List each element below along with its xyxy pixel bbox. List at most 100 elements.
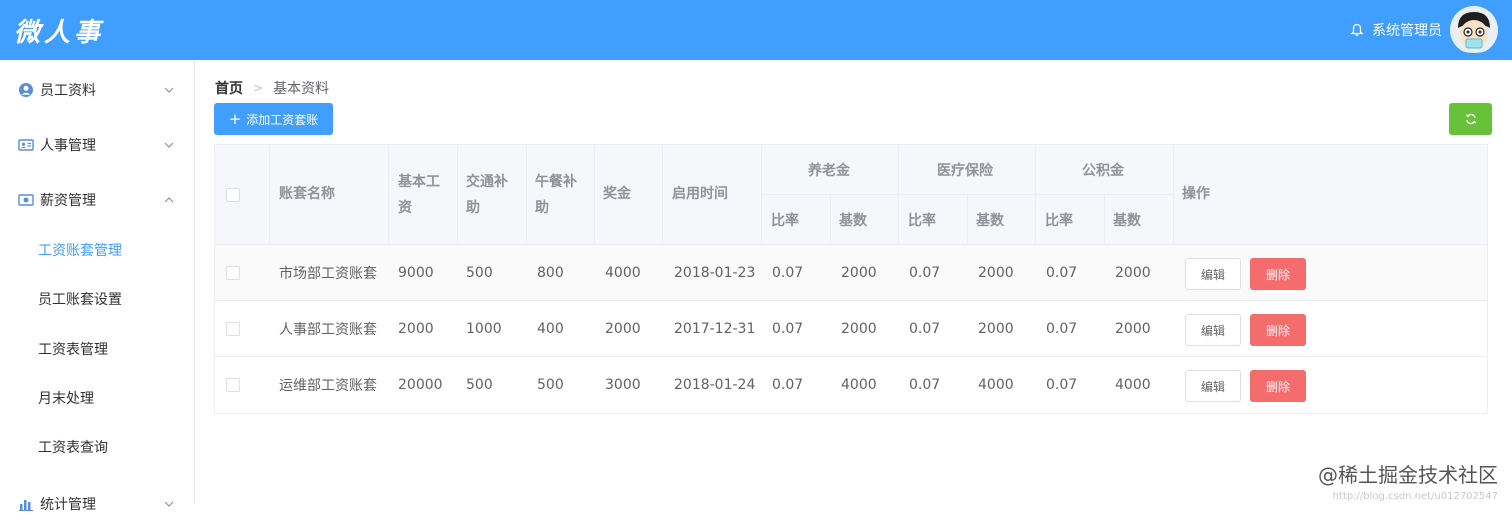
cell-start: 2018-01-23 [674, 245, 755, 301]
sidebar: 员工资料 人事管理 薪资管理 工资账套管理 员工账套设置 工资表管理 月末处理 … [0, 60, 195, 504]
sidebar-item-salary-account[interactable]: 工资账套管理 [0, 225, 195, 275]
cell-name: 人事部工资账套 [279, 301, 377, 357]
cell-pension-ratio: 0.07 [772, 301, 803, 357]
th-medical-base: 基数 [976, 210, 1004, 230]
cell-lunch: 400 [537, 301, 564, 357]
cell-pension-ratio: 0.07 [772, 245, 803, 301]
chevron-up-icon [163, 194, 175, 206]
avatar[interactable] [1450, 6, 1498, 54]
cell-fund-ratio: 0.07 [1046, 357, 1077, 413]
delete-button[interactable]: 删除 [1250, 370, 1306, 402]
sidebar-item-payroll[interactable]: 工资表管理 [0, 324, 195, 374]
cell-traffic: 1000 [466, 301, 502, 357]
edit-button[interactable]: 编辑 [1185, 258, 1241, 290]
cell-name: 市场部工资账套 [279, 245, 377, 301]
cell-basic: 2000 [398, 301, 434, 357]
cell-bonus: 3000 [605, 357, 641, 413]
sidebar-group-label: 员工资料 [40, 80, 96, 100]
cell-fund-base: 2000 [1115, 301, 1151, 357]
money-icon [18, 192, 34, 208]
cell-fund-ratio: 0.07 [1046, 245, 1077, 301]
row-checkbox[interactable] [226, 322, 240, 336]
cell-start: 2018-01-24 [674, 357, 755, 413]
delete-button[interactable]: 删除 [1250, 314, 1306, 346]
cell-lunch: 500 [537, 357, 564, 413]
salary-account-table: 账套名称 基本工资 交通补助 午餐补助 奖金 启用时间 养老金 医疗保险 公积金… [214, 144, 1488, 414]
cell-medical-ratio: 0.07 [909, 245, 940, 301]
bar-chart-icon [18, 496, 34, 512]
cell-pension-base: 4000 [841, 357, 877, 413]
th-fund: 公积金 [1082, 160, 1124, 180]
watermark-url: http://blog.csdn.net/u012702547 [1333, 491, 1498, 502]
id-card-icon [18, 137, 34, 153]
add-button-label: 添加工资套账 [246, 111, 318, 128]
sidebar-group-personnel[interactable]: 人事管理 [0, 117, 195, 173]
cell-medical-base: 2000 [978, 301, 1014, 357]
sidebar-item-month-end[interactable]: 月末处理 [0, 373, 195, 423]
cell-name: 运维部工资账套 [279, 357, 377, 413]
cell-basic: 20000 [398, 357, 443, 413]
th-lunch: 午餐补助 [535, 169, 581, 221]
cell-pension-base: 2000 [841, 301, 877, 357]
breadcrumb: 首页 > 基本资料 [215, 78, 329, 98]
th-medical-ratio: 比率 [908, 210, 936, 230]
sidebar-group-salary[interactable]: 薪资管理 [0, 172, 195, 228]
sidebar-group-statistics[interactable]: 统计管理 [0, 476, 195, 532]
user-name-dropdown[interactable]: 系统管理员 [1372, 20, 1442, 40]
watermark: @稀土掘金技术社区 [1318, 459, 1498, 488]
select-all-checkbox[interactable] [226, 188, 240, 202]
main-content: 首页 > 基本资料 + 添加工资套账 账套名称 基本工资 交通补助 午餐补助 奖… [196, 60, 1512, 504]
th-traffic: 交通补助 [466, 169, 512, 221]
row-checkbox[interactable] [226, 378, 240, 392]
table-header: 账套名称 基本工资 交通补助 午餐补助 奖金 启用时间 养老金 医疗保险 公积金… [215, 145, 1487, 245]
app-logo[interactable]: 微人事 [14, 12, 104, 49]
row-checkbox[interactable] [226, 266, 240, 280]
cell-medical-base: 2000 [978, 245, 1014, 301]
table-row: 人事部工资账套 2000 1000 400 2000 2017-12-31 0.… [215, 301, 1487, 357]
add-salary-account-button[interactable]: + 添加工资套账 [214, 103, 333, 135]
breadcrumb-home[interactable]: 首页 [215, 78, 243, 98]
cell-pension-ratio: 0.07 [772, 357, 803, 413]
cell-lunch: 800 [537, 245, 564, 301]
th-start: 启用时间 [672, 183, 728, 203]
cell-fund-base: 2000 [1115, 245, 1151, 301]
th-fund-ratio: 比率 [1045, 210, 1073, 230]
sidebar-group-label: 人事管理 [40, 135, 96, 155]
sidebar-item-payroll-query[interactable]: 工资表查询 [0, 422, 195, 472]
cell-basic: 9000 [398, 245, 434, 301]
th-pension: 养老金 [808, 160, 850, 180]
sidebar-group-label: 统计管理 [40, 494, 96, 514]
sidebar-item-employee-account[interactable]: 员工账套设置 [0, 274, 195, 324]
th-medical: 医疗保险 [937, 160, 993, 180]
table-row: 运维部工资账套 20000 500 500 3000 2018-01-24 0.… [215, 357, 1487, 413]
chevron-down-icon [163, 139, 175, 151]
th-action: 操作 [1182, 183, 1210, 203]
cell-medical-ratio: 0.07 [909, 357, 940, 413]
breadcrumb-separator: > [253, 81, 263, 95]
cell-bonus: 2000 [605, 301, 641, 357]
refresh-button[interactable] [1449, 103, 1492, 135]
cell-fund-ratio: 0.07 [1046, 301, 1077, 357]
chevron-down-icon [163, 498, 175, 510]
sidebar-group-label: 薪资管理 [40, 190, 96, 210]
cell-pension-base: 2000 [841, 245, 877, 301]
plus-icon: + [229, 112, 242, 127]
th-basic: 基本工资 [398, 169, 444, 221]
table-row: 市场部工资账套 9000 500 800 4000 2018-01-23 0.0… [215, 245, 1487, 301]
cell-fund-base: 4000 [1115, 357, 1151, 413]
cell-traffic: 500 [466, 357, 493, 413]
sidebar-group-employee[interactable]: 员工资料 [0, 62, 195, 118]
cell-traffic: 500 [466, 245, 493, 301]
cell-medical-base: 4000 [978, 357, 1014, 413]
user-circle-icon [18, 82, 34, 98]
th-bonus: 奖金 [603, 183, 631, 203]
bell-icon[interactable] [1350, 23, 1364, 37]
edit-button[interactable]: 编辑 [1185, 370, 1241, 402]
header-user-area: 系统管理员 [1350, 4, 1498, 56]
th-fund-base: 基数 [1113, 210, 1141, 230]
th-pension-ratio: 比率 [771, 210, 799, 230]
cell-bonus: 4000 [605, 245, 641, 301]
th-name: 账套名称 [279, 183, 335, 203]
delete-button[interactable]: 删除 [1250, 258, 1306, 290]
edit-button[interactable]: 编辑 [1185, 314, 1241, 346]
